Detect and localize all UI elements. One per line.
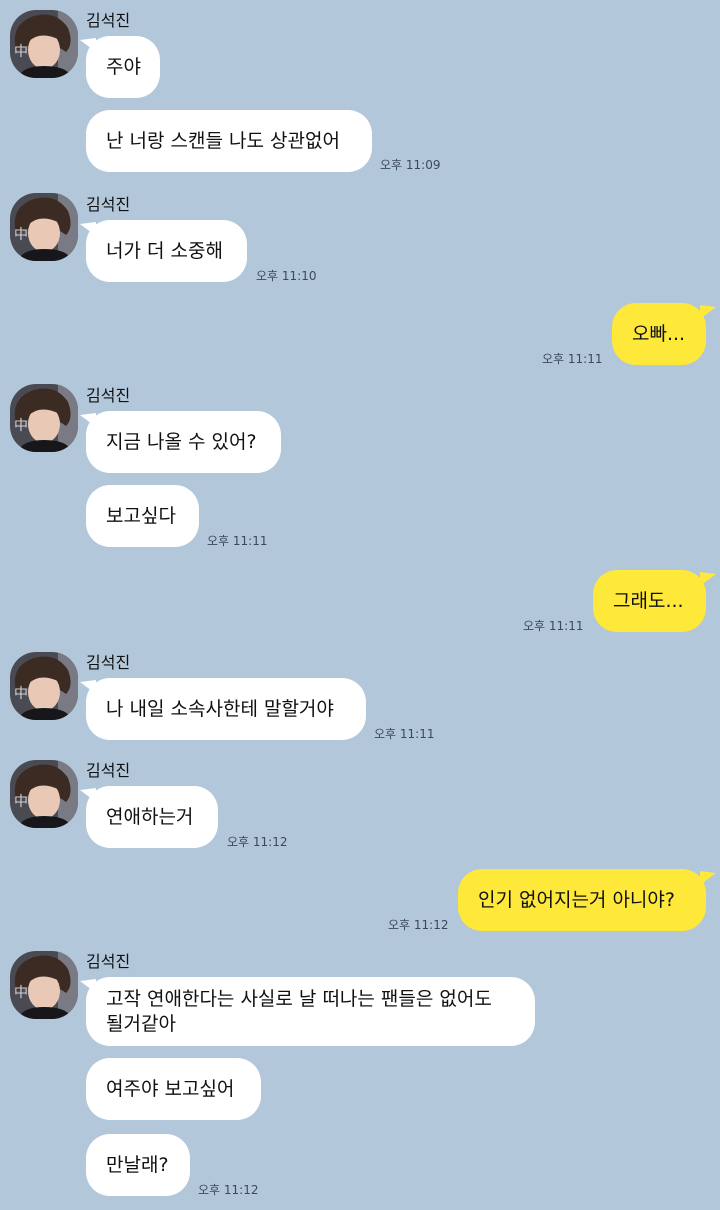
message-time: 오후 11:12	[198, 1183, 259, 1197]
message-text: 보고싶다	[106, 505, 176, 527]
svg-text:中: 中	[14, 418, 28, 434]
avatar[interactable]: 中	[10, 10, 78, 78]
message-bubble[interactable]: 인기 없어지는거 아니야?	[458, 869, 706, 931]
message-bubble[interactable]: 보고싶다	[86, 485, 199, 547]
message-bubble[interactable]: 그래도...	[593, 570, 706, 632]
message-text: 주야	[106, 56, 141, 78]
message-bubble[interactable]: 난 너랑 스캔들 나도 상관없어	[86, 110, 372, 172]
message-bubble[interactable]: 오빠...	[612, 303, 706, 365]
avatar[interactable]: 中	[10, 384, 78, 452]
message-time: 오후 11:09	[380, 158, 441, 172]
sender-name: 김석진	[86, 952, 131, 971]
avatar[interactable]: 中	[10, 951, 78, 1019]
message-text: 오빠...	[632, 323, 686, 345]
sender-name: 김석진	[86, 653, 131, 672]
message-text: 고작 연애한다는 사실로 날 떠나는 팬들은 없어도 될거같아	[106, 988, 492, 1035]
message-text: 너가 더 소중해	[106, 240, 223, 262]
message-text: 연애하는거	[106, 806, 194, 828]
message-bubble[interactable]: 만날래?	[86, 1134, 190, 1196]
sender-name: 김석진	[86, 11, 131, 30]
avatar[interactable]: 中	[10, 760, 78, 828]
message-time: 오후 11:11	[374, 727, 435, 741]
message-bubble[interactable]: 너가 더 소중해	[86, 220, 247, 282]
svg-text:中: 中	[14, 227, 28, 243]
message-time: 오후 11:11	[207, 534, 268, 548]
message-text: 만날래?	[106, 1154, 169, 1176]
avatar[interactable]: 中	[10, 193, 78, 261]
avatar[interactable]: 中	[10, 652, 78, 720]
message-bubble[interactable]: 주야	[86, 36, 160, 98]
bubble-tail	[700, 871, 716, 885]
message-time: 오후 11:11	[542, 352, 603, 366]
svg-text:中: 中	[14, 686, 28, 702]
sender-name: 김석진	[86, 761, 131, 780]
message-text: 난 너랑 스캔들 나도 상관없어	[106, 130, 340, 152]
bubble-tail	[700, 305, 716, 319]
bubble-tail	[700, 572, 716, 586]
message-bubble[interactable]: 고작 연애한다는 사실로 날 떠나는 팬들은 없어도 될거같아	[86, 977, 535, 1046]
message-bubble[interactable]: 연애하는거	[86, 786, 218, 848]
message-time: 오후 11:12	[227, 835, 288, 849]
svg-text:中: 中	[14, 44, 28, 60]
message-text: 그래도...	[613, 590, 684, 612]
message-time: 오후 11:10	[256, 269, 317, 283]
svg-text:中: 中	[14, 794, 28, 810]
message-text: 인기 없어지는거 아니야?	[478, 889, 675, 911]
message-text: 여주야 보고싶어	[106, 1078, 235, 1100]
sender-name: 김석진	[86, 195, 131, 214]
message-bubble[interactable]: 나 내일 소속사한테 말할거야	[86, 678, 366, 740]
sender-name: 김석진	[86, 386, 131, 405]
message-text: 나 내일 소속사한테 말할거야	[106, 698, 334, 720]
chat-room: 中 김석진 주야 난 너랑 스캔들 나도 상관없어 오후 11:09 中 김석진…	[0, 0, 720, 1210]
svg-text:中: 中	[14, 985, 28, 1001]
message-time: 오후 11:11	[523, 619, 584, 633]
message-bubble[interactable]: 여주야 보고싶어	[86, 1058, 261, 1120]
message-time: 오후 11:12	[388, 918, 449, 932]
message-text: 지금 나올 수 있어?	[106, 431, 257, 453]
message-bubble[interactable]: 지금 나올 수 있어?	[86, 411, 281, 473]
